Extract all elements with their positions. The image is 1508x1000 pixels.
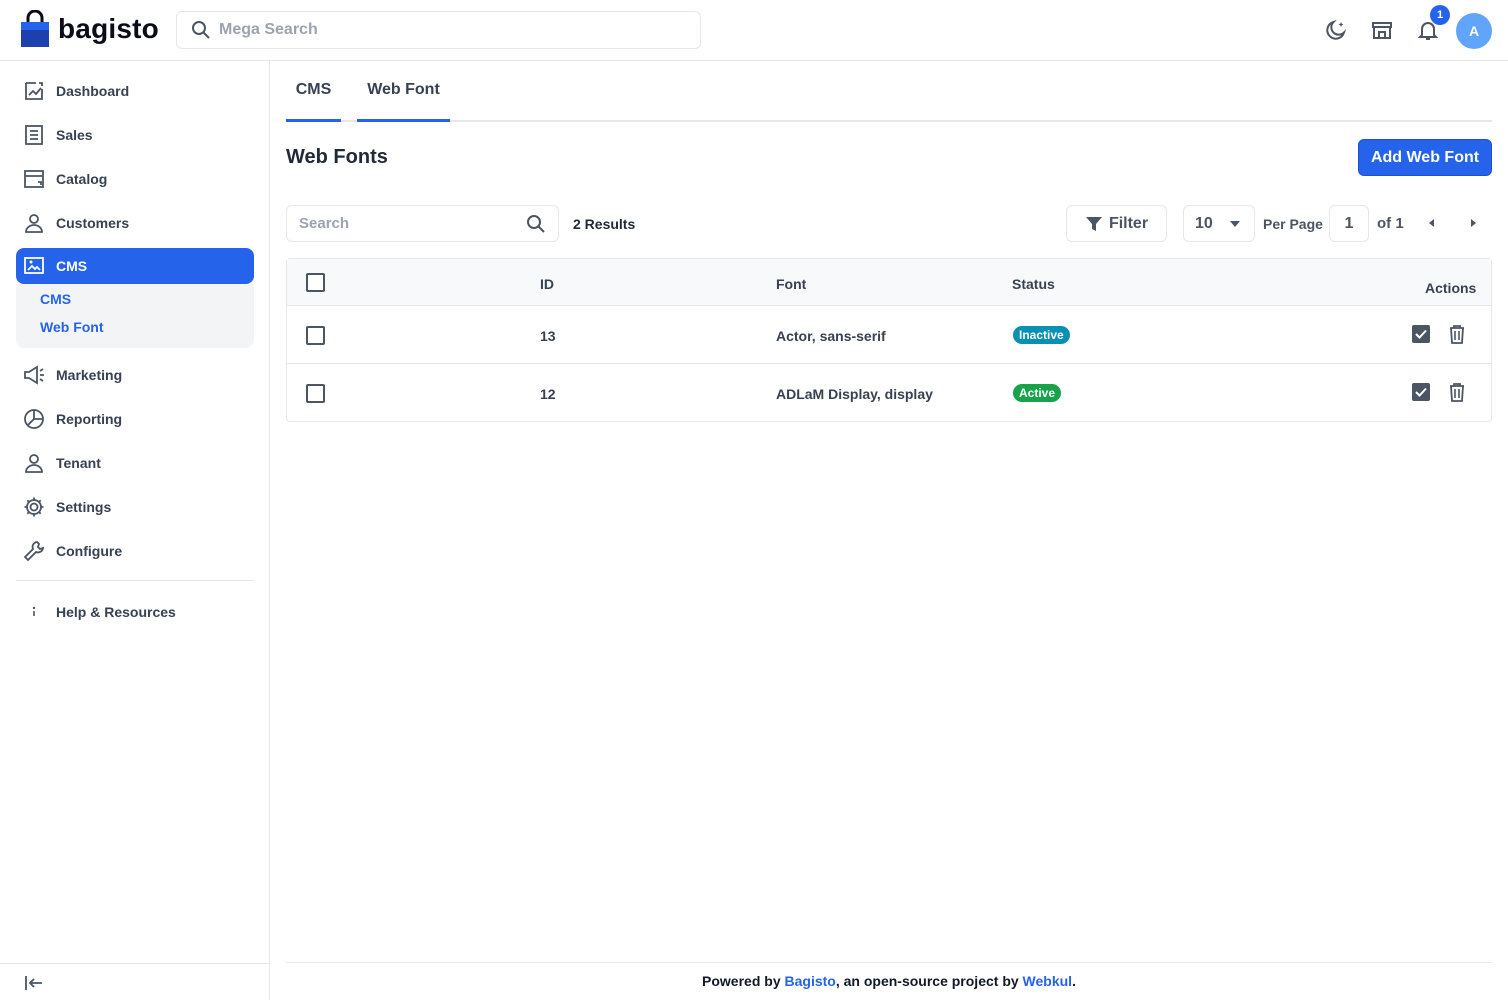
- next-page-icon[interactable]: [1465, 215, 1481, 231]
- sidebar-bottom-divider: [0, 963, 270, 964]
- sidebar-item-help[interactable]: Help & Resources: [16, 594, 254, 630]
- per-page-select[interactable]: 10: [1183, 205, 1255, 242]
- webkul-link[interactable]: Webkul: [1023, 973, 1073, 989]
- delete-trash-icon[interactable]: [1446, 381, 1468, 403]
- per-page-value: 10: [1195, 214, 1213, 232]
- sidebar-item-configure[interactable]: Configure: [16, 533, 254, 569]
- row-font: ADLaM Display, display: [776, 386, 933, 402]
- per-page-label: Per Page: [1263, 216, 1323, 232]
- sidebar-item-label: Dashboard: [56, 83, 130, 99]
- dashboard-icon: [23, 80, 45, 102]
- marketing-icon: [23, 364, 45, 386]
- datagrid-search-input[interactable]: [299, 215, 514, 232]
- sidebar-item-label: Configure: [56, 543, 123, 559]
- delete-trash-icon[interactable]: [1446, 323, 1468, 345]
- info-icon: [23, 601, 45, 623]
- sidebar-item-catalog[interactable]: Catalog: [16, 161, 254, 197]
- footer: Powered by Bagisto, an open-source proje…: [286, 973, 1492, 989]
- sidebar-item-dashboard[interactable]: Dashboard: [16, 73, 254, 109]
- web-fonts-table: ID Font Status Actions 13 Actor, sans-se…: [286, 258, 1492, 422]
- sidebar-item-label: Tenant: [56, 455, 101, 471]
- top-header: bagisto 1 A: [0, 0, 1508, 61]
- table-header: ID Font Status Actions: [287, 259, 1491, 306]
- mega-search-input[interactable]: [219, 21, 679, 39]
- add-web-font-button[interactable]: Add Web Font: [1358, 139, 1492, 176]
- table-row: 12 ADLaM Display, display Active: [287, 364, 1491, 422]
- filter-label: Filter: [1108, 214, 1149, 232]
- edit-checkbox-icon[interactable]: [1410, 381, 1432, 403]
- storefront-icon[interactable]: [1368, 16, 1396, 44]
- datagrid-search-box[interactable]: [286, 205, 559, 242]
- sidebar-item-label: Settings: [56, 499, 112, 515]
- caret-down-icon: [1230, 221, 1240, 227]
- footer-prefix: Powered by: [702, 973, 785, 989]
- results-count: 2 Results: [573, 216, 636, 232]
- sidebar-item-label: Reporting: [56, 411, 123, 427]
- row-font: Actor, sans-serif: [776, 328, 886, 344]
- dark-mode-icon[interactable]: [1322, 16, 1350, 44]
- sidebar-item-reporting[interactable]: Reporting: [16, 401, 254, 437]
- status-badge: Active: [1013, 384, 1062, 402]
- configure-icon: [23, 540, 45, 562]
- column-header-actions: Actions: [1425, 280, 1477, 296]
- sidebar-item-label: Marketing: [56, 367, 123, 383]
- brand-name: bagisto: [58, 13, 159, 44]
- select-all-checkbox[interactable]: [306, 273, 325, 292]
- filter-button[interactable]: Filter: [1066, 205, 1167, 242]
- column-header-status[interactable]: Status: [1012, 276, 1055, 292]
- sidebar-subitem-cms[interactable]: CMS: [40, 291, 71, 307]
- filter-icon: [1085, 216, 1102, 231]
- sidebar-item-label: Customers: [56, 215, 130, 231]
- page-title: Web Fonts: [286, 146, 388, 168]
- collapse-sidebar-icon[interactable]: [22, 971, 46, 995]
- sidebar-item-settings[interactable]: Settings: [16, 489, 254, 525]
- row-checkbox[interactable]: [306, 384, 325, 403]
- sidebar-item-customers[interactable]: Customers: [16, 205, 254, 241]
- sidebar-item-label: Catalog: [56, 171, 108, 187]
- user-avatar[interactable]: A: [1456, 13, 1492, 49]
- cms-icon: [23, 255, 45, 277]
- sidebar: Dashboard Sales Catalog Customers CMS CM…: [0, 61, 270, 1000]
- sidebar-item-label: Help & Resources: [56, 604, 176, 620]
- status-badge: Inactive: [1013, 326, 1070, 344]
- search-icon: [192, 21, 210, 39]
- mega-search-box[interactable]: [176, 11, 701, 49]
- tenant-icon: [23, 452, 45, 474]
- tab-cms[interactable]: CMS: [286, 61, 341, 122]
- settings-tabs: CMS Web Font: [286, 61, 1492, 122]
- sidebar-divider: [16, 580, 254, 581]
- search-icon[interactable]: [526, 214, 546, 239]
- column-header-font[interactable]: Font: [776, 276, 806, 292]
- bagisto-link[interactable]: Bagisto: [785, 973, 836, 989]
- table-row: 13 Actor, sans-serif Inactive: [287, 306, 1491, 364]
- shopping-bag-icon: [21, 10, 49, 47]
- tab-web-font[interactable]: Web Font: [357, 61, 450, 122]
- row-id: 13: [540, 328, 556, 344]
- previous-page-icon[interactable]: [1424, 215, 1440, 231]
- sidebar-item-tenant[interactable]: Tenant: [16, 445, 254, 481]
- sidebar-item-label: Sales: [56, 127, 93, 143]
- footer-middle: , an open-source project by: [835, 973, 1023, 989]
- row-checkbox[interactable]: [306, 326, 325, 345]
- sidebar-subitem-web-font[interactable]: Web Font: [40, 319, 104, 335]
- sidebar-item-marketing[interactable]: Marketing: [16, 357, 254, 393]
- total-pages-label: of 1: [1377, 215, 1404, 232]
- current-page-input[interactable]: [1329, 205, 1369, 242]
- footer-divider: [286, 962, 1492, 963]
- settings-icon: [23, 496, 45, 518]
- catalog-icon: [23, 168, 45, 190]
- sidebar-item-sales[interactable]: Sales: [16, 117, 254, 153]
- sidebar-item-cms[interactable]: CMS: [16, 248, 254, 284]
- notification-count-badge: 1: [1430, 5, 1450, 25]
- footer-suffix: .: [1072, 973, 1076, 989]
- row-id: 12: [540, 386, 556, 402]
- brand-logo[interactable]: bagisto: [20, 10, 159, 48]
- customers-icon: [23, 212, 45, 234]
- sidebar-item-label: CMS: [56, 258, 88, 274]
- column-header-id[interactable]: ID: [540, 276, 554, 292]
- reporting-icon: [23, 408, 45, 430]
- edit-checkbox-icon[interactable]: [1410, 323, 1432, 345]
- sales-icon: [23, 124, 45, 146]
